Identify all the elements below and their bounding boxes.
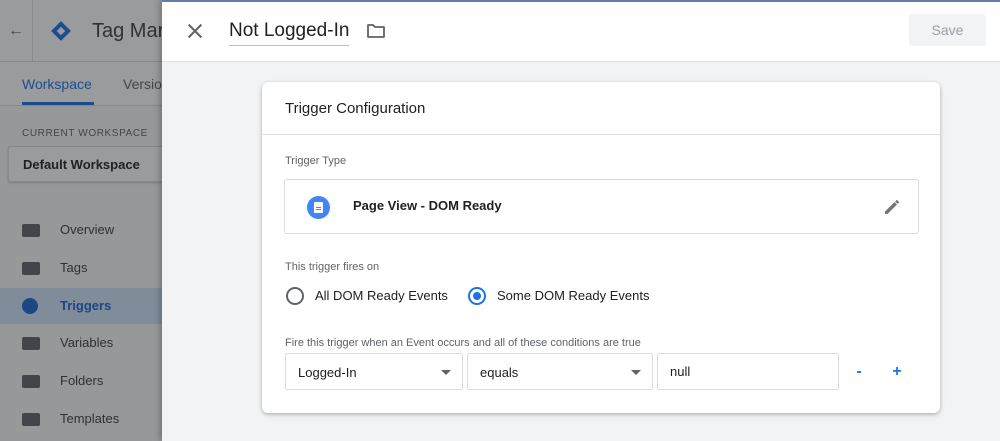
pencil-icon[interactable] — [881, 196, 903, 218]
radio-some-dom-ready[interactable]: Some DOM Ready Events — [468, 286, 658, 306]
select-value: Logged-In — [298, 365, 357, 380]
trigger-name-field[interactable]: Not Logged-In — [229, 20, 350, 46]
trigger-type-label: Trigger Type — [285, 155, 347, 167]
radio-all-dom-ready[interactable]: All DOM Ready Events — [286, 286, 456, 306]
trigger-editor-panel: Not Logged-In Save Trigger Configuration… — [162, 0, 1000, 441]
trigger-type-selector[interactable]: Page View - DOM Ready — [284, 179, 919, 234]
panel-header: Not Logged-In Save — [162, 0, 1000, 62]
document-icon — [307, 196, 330, 219]
remove-condition-button[interactable]: - — [849, 362, 869, 382]
dropdown-arrow-icon — [631, 370, 641, 375]
dropdown-arrow-icon — [441, 370, 451, 375]
radio-label: All DOM Ready Events — [315, 288, 448, 303]
radio-button-unchecked[interactable] — [286, 287, 304, 305]
radio-label: Some DOM Ready Events — [497, 288, 650, 303]
add-condition-button[interactable]: + — [887, 362, 907, 382]
folder-icon[interactable] — [366, 22, 386, 40]
condition-operator-select[interactable]: equals — [467, 353, 653, 390]
trigger-type-value: Page View - DOM Ready — [353, 198, 502, 213]
save-button[interactable]: Save — [909, 14, 986, 46]
fires-on-label: This trigger fires on — [285, 261, 380, 273]
card-divider — [262, 134, 940, 135]
trigger-configuration-card: Trigger Configuration Trigger Type Page … — [262, 82, 940, 413]
radio-button-checked[interactable] — [468, 287, 486, 305]
card-title: Trigger Configuration — [285, 100, 426, 117]
condition-value-input[interactable] — [657, 353, 839, 390]
select-value: equals — [480, 365, 519, 380]
panel-top-accent — [162, 0, 1000, 2]
close-icon[interactable] — [184, 20, 206, 42]
conditions-label: Fire this trigger when an Event occurs a… — [285, 337, 641, 349]
condition-variable-select[interactable]: Logged-In — [285, 353, 463, 390]
